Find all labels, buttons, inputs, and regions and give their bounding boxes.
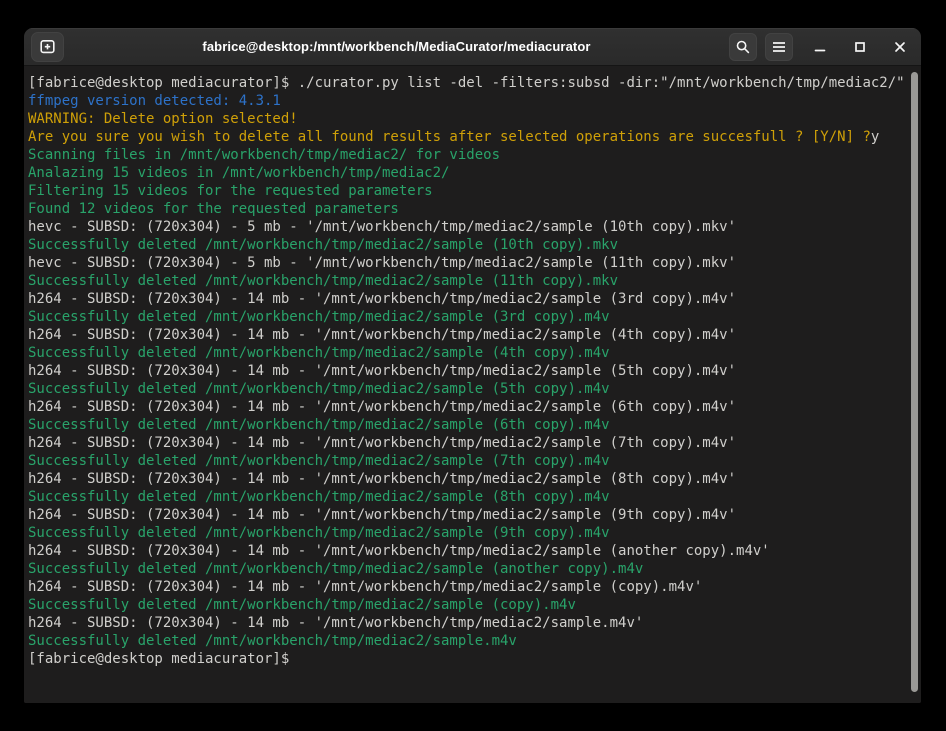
terminal-text-segment: h264 - SUBSD: (720x304) - 14 mb - '/mnt/… (28, 471, 736, 487)
terminal-text-segment: Found 12 videos for the requested parame… (28, 201, 399, 217)
search-button[interactable] (729, 33, 757, 61)
terminal-line: Successfully deleted /mnt/workbench/tmp/… (28, 524, 905, 542)
new-tab-button[interactable] (31, 32, 64, 62)
terminal-text-segment: h264 - SUBSD: (720x304) - 14 mb - '/mnt/… (28, 543, 770, 559)
terminal-text-segment: y (871, 129, 879, 145)
terminal-line: Scanning files in /mnt/workbench/tmp/med… (28, 146, 905, 164)
minimize-icon (814, 41, 826, 53)
close-icon (894, 41, 906, 53)
titlebar[interactable]: fabrice@desktop:/mnt/workbench/MediaCura… (24, 28, 921, 66)
terminal-line: Successfully deleted /mnt/workbench/tmp/… (28, 488, 905, 506)
terminal-text-segment: Successfully deleted /mnt/workbench/tmp/… (28, 381, 610, 397)
terminal-text-segment: Are you sure you wish to delete all foun… (28, 129, 871, 145)
terminal-line: Filtering 15 videos for the requested pa… (28, 182, 905, 200)
terminal-text-segment: [fabrice@desktop mediacurator]$ ./curato… (28, 75, 905, 91)
new-tab-icon (39, 38, 56, 55)
terminal-line: Successfully deleted /mnt/workbench/tmp/… (28, 380, 905, 398)
terminal-line: Analazing 15 videos in /mnt/workbench/tm… (28, 164, 905, 182)
scrollbar-track[interactable] (908, 66, 921, 703)
search-icon (735, 39, 751, 55)
terminal-text-segment: h264 - SUBSD: (720x304) - 14 mb - '/mnt/… (28, 579, 702, 595)
terminal-line: Successfully deleted /mnt/workbench/tmp/… (28, 596, 905, 614)
terminal-line: Successfully deleted /mnt/workbench/tmp/… (28, 632, 905, 650)
terminal-text-segment: h264 - SUBSD: (720x304) - 14 mb - '/mnt/… (28, 615, 643, 631)
terminal-line: h264 - SUBSD: (720x304) - 14 mb - '/mnt/… (28, 542, 905, 560)
terminal-line: hevc - SUBSD: (720x304) - 5 mb - '/mnt/w… (28, 254, 905, 272)
terminal-text-segment: ffmpeg version detected: 4.3.1 (28, 93, 281, 109)
terminal-text-segment: Scanning files in /mnt/workbench/tmp/med… (28, 147, 500, 163)
terminal-line: [fabrice@desktop mediacurator]$ (28, 650, 905, 668)
terminal-text-segment: Successfully deleted /mnt/workbench/tmp/… (28, 633, 517, 649)
maximize-button[interactable] (847, 33, 873, 61)
terminal-line: h264 - SUBSD: (720x304) - 14 mb - '/mnt/… (28, 506, 905, 524)
menu-icon (772, 41, 786, 53)
terminal-screen[interactable]: [fabrice@desktop mediacurator]$ ./curato… (24, 66, 921, 703)
terminal-line: Successfully deleted /mnt/workbench/tmp/… (28, 452, 905, 470)
terminal-text-segment: h264 - SUBSD: (720x304) - 14 mb - '/mnt/… (28, 435, 736, 451)
terminal-text-segment: Successfully deleted /mnt/workbench/tmp/… (28, 489, 610, 505)
terminal-text-segment: h264 - SUBSD: (720x304) - 14 mb - '/mnt/… (28, 291, 736, 307)
terminal-line: ffmpeg version detected: 4.3.1 (28, 92, 905, 110)
terminal-text-segment: Successfully deleted /mnt/workbench/tmp/… (28, 417, 610, 433)
terminal-line: Successfully deleted /mnt/workbench/tmp/… (28, 272, 905, 290)
terminal-line: [fabrice@desktop mediacurator]$ ./curato… (28, 74, 905, 92)
terminal-line: h264 - SUBSD: (720x304) - 14 mb - '/mnt/… (28, 326, 905, 344)
terminal-line: Successfully deleted /mnt/workbench/tmp/… (28, 236, 905, 254)
terminal-line: h264 - SUBSD: (720x304) - 14 mb - '/mnt/… (28, 578, 905, 596)
terminal-text-segment: h264 - SUBSD: (720x304) - 14 mb - '/mnt/… (28, 399, 736, 415)
terminal-line: Successfully deleted /mnt/workbench/tmp/… (28, 308, 905, 326)
terminal-line: h264 - SUBSD: (720x304) - 14 mb - '/mnt/… (28, 362, 905, 380)
terminal-text-segment: Successfully deleted /mnt/workbench/tmp/… (28, 237, 618, 253)
close-button[interactable] (887, 33, 913, 61)
terminal-text-segment: [fabrice@desktop mediacurator]$ (28, 651, 298, 667)
terminal-text-segment: hevc - SUBSD: (720x304) - 5 mb - '/mnt/w… (28, 255, 736, 271)
maximize-icon (854, 41, 866, 53)
terminal-text-segment: Filtering 15 videos for the requested pa… (28, 183, 433, 199)
terminal-text-segment: Successfully deleted /mnt/workbench/tmp/… (28, 345, 610, 361)
terminal-line: h264 - SUBSD: (720x304) - 14 mb - '/mnt/… (28, 398, 905, 416)
terminal-line: hevc - SUBSD: (720x304) - 5 mb - '/mnt/w… (28, 218, 905, 236)
minimize-button[interactable] (807, 33, 833, 61)
terminal-line: Successfully deleted /mnt/workbench/tmp/… (28, 344, 905, 362)
menu-button[interactable] (765, 33, 793, 61)
terminal-text-segment: Successfully deleted /mnt/workbench/tmp/… (28, 597, 576, 613)
terminal-line: h264 - SUBSD: (720x304) - 14 mb - '/mnt/… (28, 434, 905, 452)
terminal-text-segment: h264 - SUBSD: (720x304) - 14 mb - '/mnt/… (28, 363, 736, 379)
scrollbar-thumb[interactable] (911, 72, 918, 692)
terminal-line: Successfully deleted /mnt/workbench/tmp/… (28, 416, 905, 434)
terminal-line: WARNING: Delete option selected! (28, 110, 905, 128)
terminal-text-segment: WARNING: Delete option selected! (28, 111, 298, 127)
terminal-text-segment: Successfully deleted /mnt/workbench/tmp/… (28, 453, 610, 469)
terminal-line: h264 - SUBSD: (720x304) - 14 mb - '/mnt/… (28, 470, 905, 488)
terminal-text-segment: Successfully deleted /mnt/workbench/tmp/… (28, 525, 610, 541)
terminal-line: Successfully deleted /mnt/workbench/tmp/… (28, 560, 905, 578)
terminal-text-segment: Successfully deleted /mnt/workbench/tmp/… (28, 309, 610, 325)
terminal-text-segment: Analazing 15 videos in /mnt/workbench/tm… (28, 165, 449, 181)
terminal-text-segment: hevc - SUBSD: (720x304) - 5 mb - '/mnt/w… (28, 219, 736, 235)
terminal-text-segment: Successfully deleted /mnt/workbench/tmp/… (28, 561, 643, 577)
terminal-line: h264 - SUBSD: (720x304) - 14 mb - '/mnt/… (28, 290, 905, 308)
terminal-text-segment: h264 - SUBSD: (720x304) - 14 mb - '/mnt/… (28, 327, 736, 343)
terminal-line: Are you sure you wish to delete all foun… (28, 128, 905, 146)
terminal-window: fabrice@desktop:/mnt/workbench/MediaCura… (24, 28, 921, 703)
terminal-text-segment: Successfully deleted /mnt/workbench/tmp/… (28, 273, 618, 289)
window-title: fabrice@desktop:/mnt/workbench/MediaCura… (72, 39, 721, 54)
terminal-line: h264 - SUBSD: (720x304) - 14 mb - '/mnt/… (28, 614, 905, 632)
terminal-text-segment: h264 - SUBSD: (720x304) - 14 mb - '/mnt/… (28, 507, 736, 523)
terminal-line: Found 12 videos for the requested parame… (28, 200, 905, 218)
